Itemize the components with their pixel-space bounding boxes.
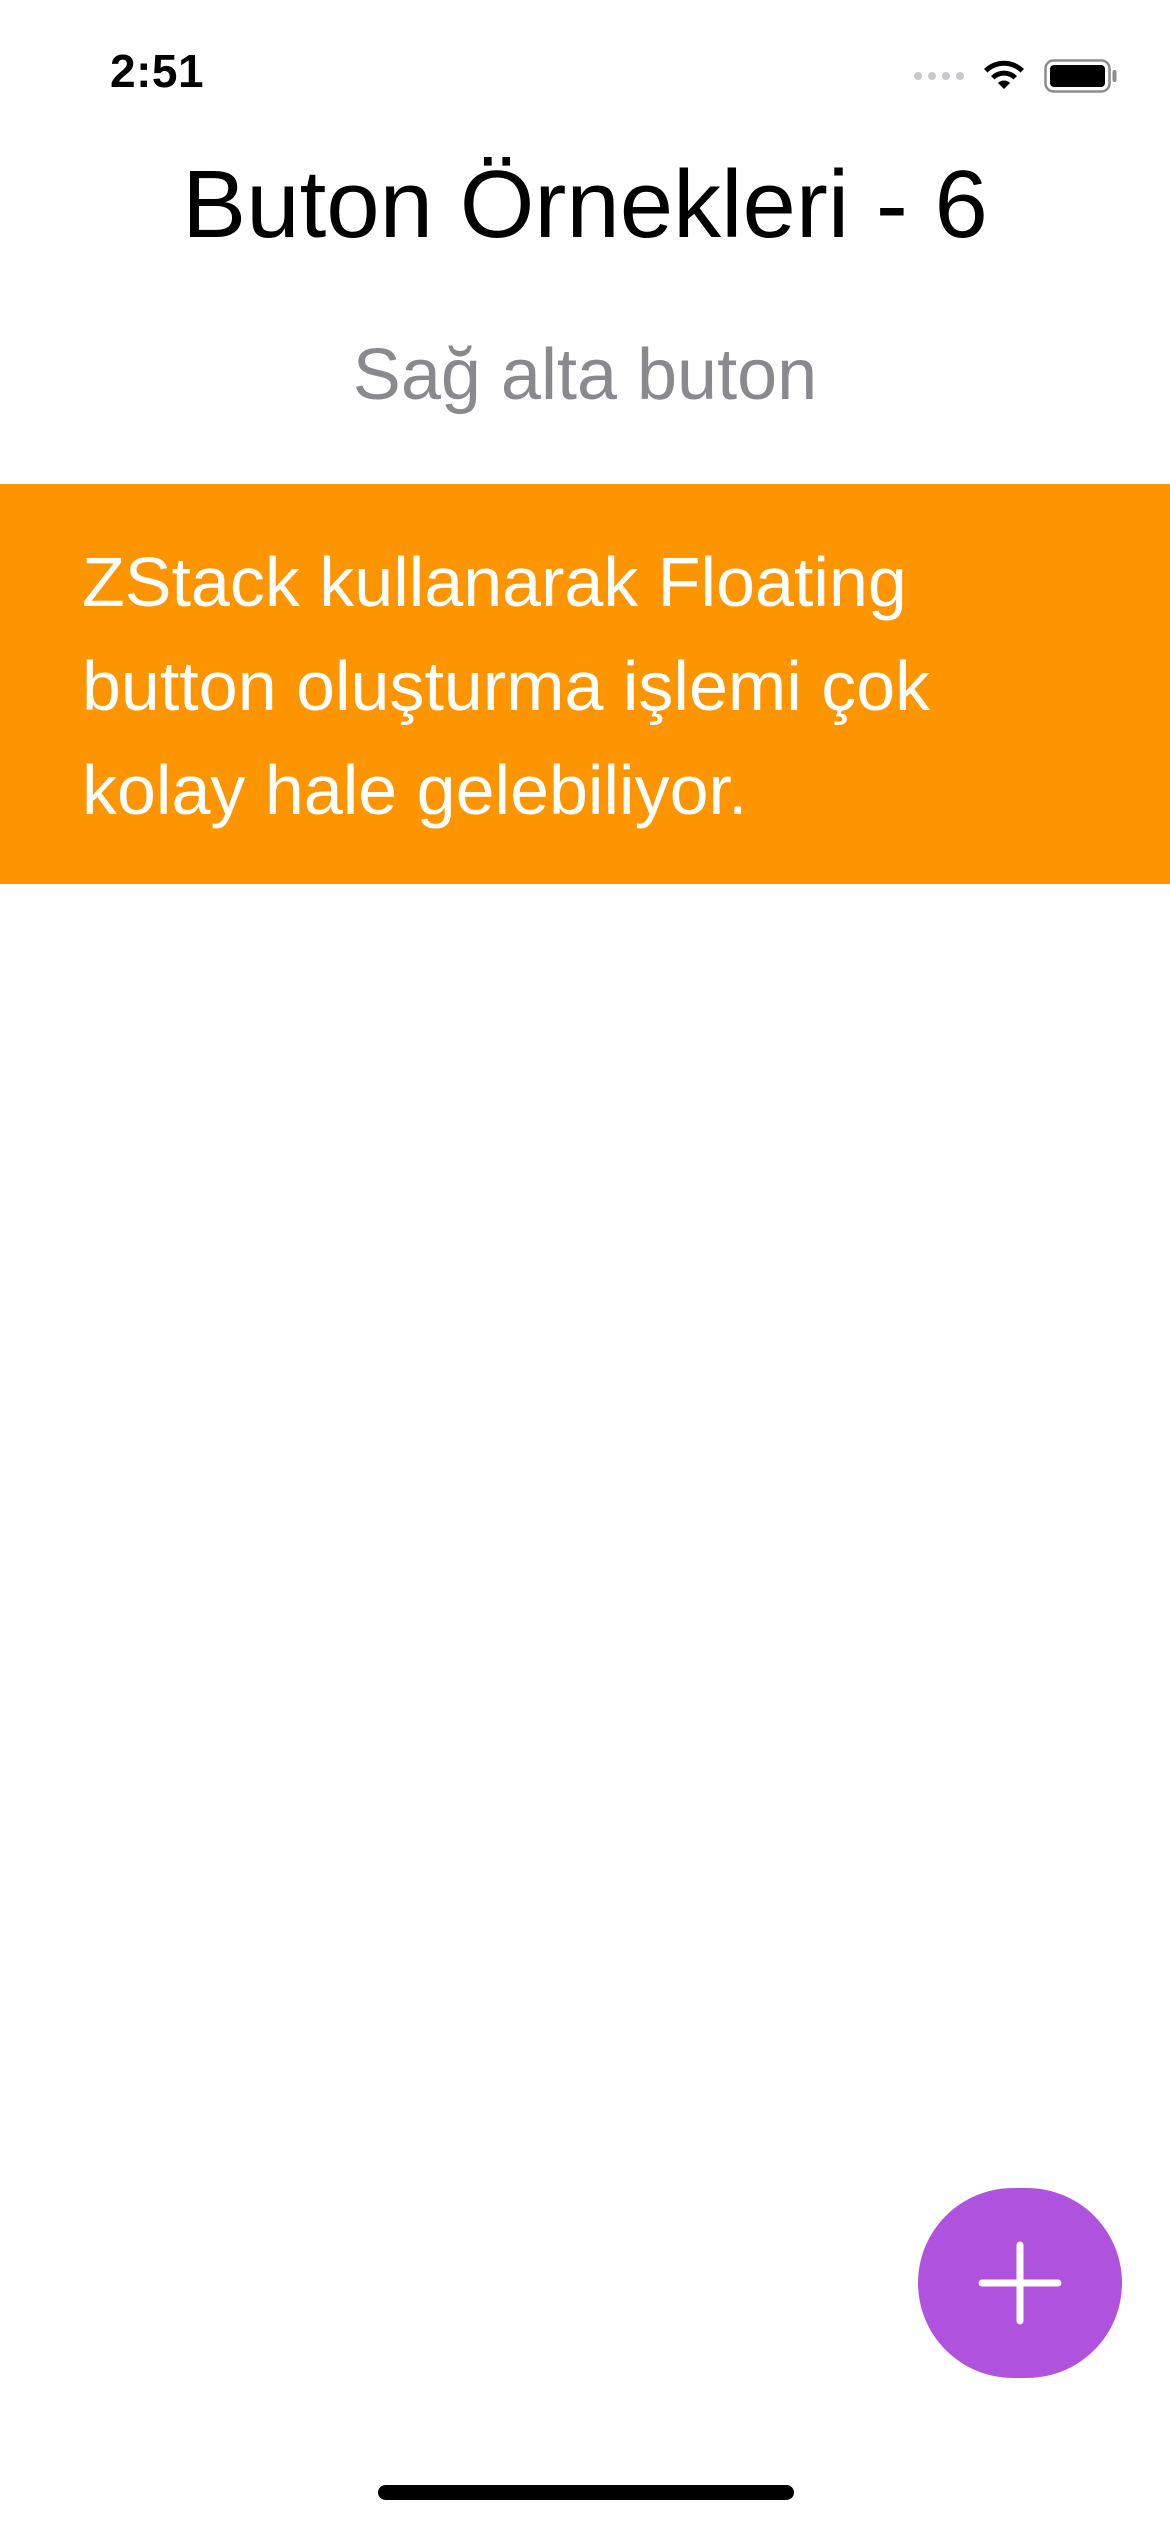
page-subtitle: Sağ alta buton: [352, 335, 818, 415]
wifi-icon: [984, 60, 1024, 89]
plus-icon: [978, 2241, 1062, 2325]
page-title: Buton Örnekleri - 6: [182, 151, 988, 258]
battery-icon: [1044, 59, 1117, 93]
info-banner: ZStack kullanarak Floating button oluştu…: [0, 484, 1170, 884]
status-bar: 2:51: [0, 0, 1170, 150]
floating-add-button[interactable]: [918, 2188, 1122, 2378]
home-indicator[interactable]: [378, 2485, 794, 2500]
signal-dots-icon: [914, 72, 964, 80]
status-time: 2:51: [110, 45, 205, 97]
status-icons: [914, 56, 1118, 96]
info-banner-text: ZStack kullanarak Floating button oluştu…: [82, 543, 931, 829]
